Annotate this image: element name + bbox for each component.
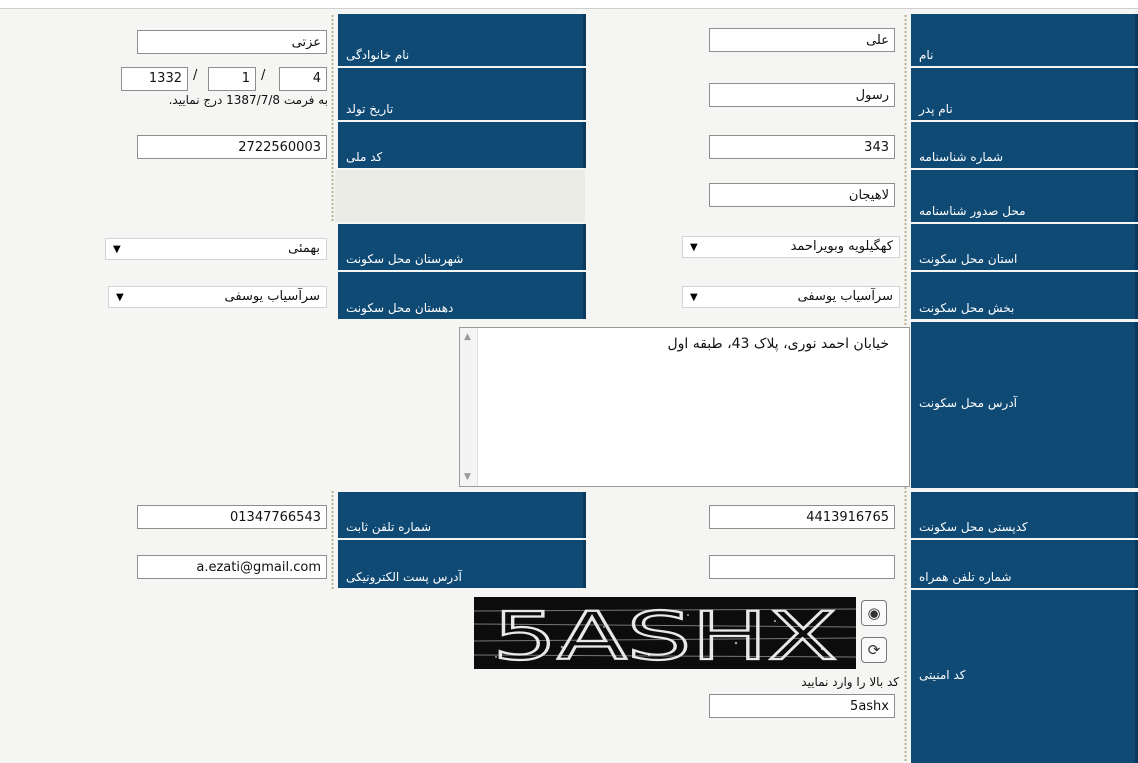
audio-icon[interactable]: ◉	[861, 600, 887, 626]
dropdown-arrow-icon: ▼	[116, 292, 124, 303]
county-label: شهرستان محل سکونت	[338, 224, 586, 270]
empty-cell	[335, 170, 585, 222]
security-code-hint: کد بالا را وارد نمایید	[801, 675, 899, 689]
id-issue-place-input[interactable]: لاهیجان	[709, 183, 895, 207]
province-label: استان محل سکونت	[911, 224, 1138, 270]
birth-year-input[interactable]: 1332	[121, 67, 188, 91]
scroll-up-icon[interactable]: ▲	[464, 332, 471, 342]
security-code-input[interactable]: 5ashx	[709, 694, 895, 718]
rural-district-label: دهستان محل سکونت	[338, 272, 586, 319]
top-border	[0, 0, 1138, 9]
province-selected: کهگیلویه وبویراحمد	[790, 239, 893, 254]
id-issue-place-label: محل صدور شناسنامه	[911, 170, 1138, 222]
county-select[interactable]: بهمئی ▼	[105, 238, 327, 260]
scroll-down-icon[interactable]: ▼	[464, 472, 471, 482]
captcha-image: 5ASHX	[474, 597, 856, 669]
mobile-label: شماره تلفن همراه	[911, 540, 1138, 588]
phone-label: شماره تلفن ثابت	[338, 492, 586, 538]
district-selected: سرآسیاب یوسفی	[797, 289, 893, 304]
postal-code-input[interactable]: 4413916765	[709, 505, 895, 529]
dropdown-arrow-icon: ▼	[113, 244, 121, 255]
security-code-label: کد امنیتی	[911, 590, 1138, 763]
first-name-label: نام	[911, 14, 1138, 66]
father-name-input[interactable]: رسول	[709, 83, 895, 107]
id-number-label: شماره شناسنامه	[911, 122, 1138, 168]
address-textarea[interactable]: خیابان احمد نوری، پلاک 43، طبقه اول ▲ ▼	[459, 327, 910, 487]
mobile-input[interactable]	[709, 555, 895, 579]
province-select[interactable]: کهگیلویه وبویراحمد ▼	[682, 236, 900, 258]
county-selected: بهمئی	[288, 241, 320, 256]
date-slash: /	[261, 68, 266, 83]
postal-code-label: کدپستی محل سکونت	[911, 492, 1138, 538]
textarea-scrollbar[interactable]: ▲ ▼	[460, 328, 478, 486]
rural-district-select[interactable]: سرآسیاب یوسفی ▼	[108, 286, 327, 308]
date-slash: /	[193, 68, 198, 83]
dropdown-arrow-icon: ▼	[690, 292, 698, 303]
district-select[interactable]: سرآسیاب یوسفی ▼	[682, 286, 900, 308]
separator-left	[331, 14, 334, 222]
last-name-label: نام خانوادگی	[338, 14, 586, 66]
birth-month-input[interactable]: 1	[208, 67, 256, 91]
birth-day-input[interactable]: 4	[279, 67, 327, 91]
last-name-input[interactable]: عزتی	[137, 30, 327, 54]
email-input[interactable]: a.ezati@gmail.com	[137, 555, 327, 579]
address-label: آدرس محل سکونت	[911, 322, 1138, 488]
dropdown-arrow-icon: ▼	[690, 242, 698, 253]
separator-left-lower	[331, 490, 334, 590]
id-number-input[interactable]: 343	[709, 135, 895, 159]
national-code-label: کد ملی	[338, 122, 586, 168]
address-text: خیابان احمد نوری، پلاک 43، طبقه اول	[667, 336, 889, 352]
district-label: بخش محل سکونت	[911, 272, 1138, 319]
email-label: آدرس پست الکترونیکی	[338, 540, 586, 588]
captcha-text: 5ASHX	[493, 598, 838, 669]
national-code-input[interactable]: 2722560003	[137, 135, 327, 159]
phone-input[interactable]: 01347766543	[137, 505, 327, 529]
first-name-input[interactable]: علی	[709, 28, 895, 52]
refresh-icon[interactable]: ⟳	[861, 637, 887, 663]
birth-date-label: تاریخ تولد	[338, 68, 586, 120]
father-name-label: نام پدر	[911, 68, 1138, 120]
rural-district-selected: سرآسیاب یوسفی	[224, 289, 320, 304]
birth-date-hint: به فرمت 1387/7/8 درج نمایید.	[168, 93, 328, 107]
